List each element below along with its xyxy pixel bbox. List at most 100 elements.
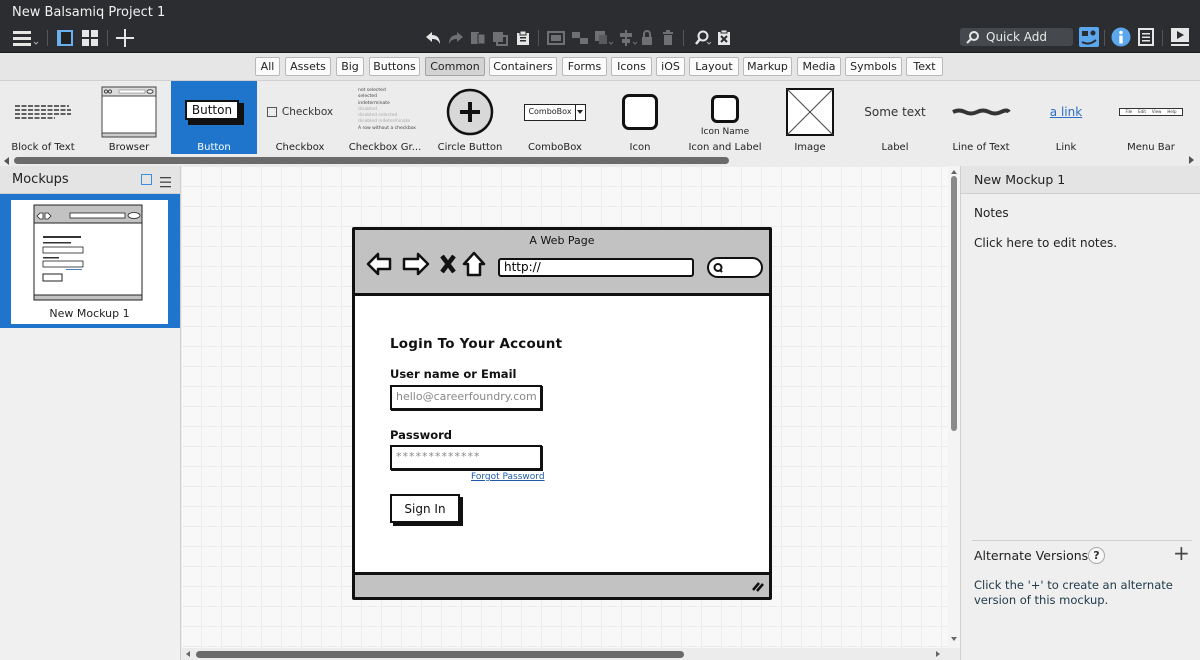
filter-tab-forms[interactable]: Forms	[562, 57, 607, 76]
library-item-label[interactable]: Some text Label	[852, 81, 938, 154]
library-item-label: Circle Button	[437, 142, 503, 153]
browser-wireframe[interactable]: A Web Page http:// Login To Your Account…	[352, 227, 772, 600]
filter-tab-ios[interactable]: iOS	[656, 57, 685, 76]
filter-tab-media[interactable]: Media	[797, 57, 841, 76]
grid-view-icon[interactable]	[80, 28, 100, 48]
menu-bar-preview: File Edit View Help	[1108, 87, 1194, 137]
single-pane-view-icon[interactable]	[55, 28, 75, 48]
library-item-icon-and-label[interactable]: Icon Name Icon and Label	[682, 81, 768, 154]
username-input[interactable]: hello@careerfoundry.com	[390, 385, 542, 410]
resize-grip-icon	[752, 582, 764, 592]
copy-icon[interactable]	[469, 28, 487, 48]
paste-icon[interactable]	[514, 28, 532, 48]
list-view-icon[interactable]	[160, 173, 171, 188]
menu-bar-preview-item: File	[1125, 109, 1133, 114]
mockup-name[interactable]: New Mockup 1	[974, 172, 1065, 187]
present-icon[interactable]	[1170, 27, 1190, 47]
delete-icon[interactable]	[661, 28, 675, 48]
notes-field[interactable]: Click here to edit notes.	[974, 236, 1117, 250]
button-preview-text: Button	[185, 100, 239, 120]
canvas-vertical-scrollbar[interactable]	[948, 166, 960, 648]
canvas-horizontal-scrollbar[interactable]	[181, 648, 960, 660]
home-icon	[462, 251, 486, 277]
scroll-right-arrow-icon[interactable]	[1189, 156, 1194, 164]
ui-library-icon[interactable]	[1079, 27, 1099, 47]
checkbox-icon	[266, 107, 277, 117]
password-input[interactable]: *************	[390, 445, 542, 470]
clipboard-close-icon[interactable]	[716, 28, 732, 48]
scroll-down-arrow-icon[interactable]	[951, 637, 957, 641]
library-item-line-of-text[interactable]: Line of Text	[938, 81, 1024, 154]
filter-tab-containers[interactable]: Containers	[489, 57, 557, 76]
library-item-label: Checkbox	[275, 142, 325, 153]
icon-and-label-preview: Icon Name	[682, 91, 768, 141]
library-scrollbar-thumb[interactable]	[14, 157, 729, 164]
filter-tab-text[interactable]: Text	[906, 57, 943, 76]
arrange-icon[interactable]	[593, 28, 615, 48]
filter-tab-assets[interactable]: Assets	[285, 57, 331, 76]
ungroup-icon[interactable]	[570, 28, 590, 48]
align-icon[interactable]	[617, 28, 639, 48]
group-icon[interactable]	[546, 28, 566, 48]
undo-icon[interactable]	[423, 28, 443, 48]
search-icon	[713, 263, 723, 273]
filter-tab-all[interactable]: All	[255, 57, 280, 76]
mockup-list-item[interactable]: New Mockup 1	[0, 194, 180, 328]
quick-add-input[interactable]: Quick Add	[960, 28, 1073, 46]
library-item-combobox[interactable]: ComboBox ComboBox	[512, 81, 598, 154]
library-item-label: Menu Bar	[1127, 142, 1175, 153]
scroll-left-arrow-icon[interactable]	[4, 157, 9, 165]
library-item-button[interactable]: Button Button	[171, 81, 257, 154]
library-item-label: Line of Text	[952, 142, 1010, 153]
filter-tab-icons[interactable]: Icons	[611, 57, 652, 76]
library-item-link[interactable]: a link Link	[1023, 81, 1109, 154]
library-item-block-of-text[interactable]: Block of Text	[0, 81, 86, 154]
lock-icon[interactable]	[640, 28, 654, 48]
add-alternate-version-button[interactable]: +	[1173, 543, 1190, 563]
library-item-image[interactable]: Image	[767, 81, 853, 154]
canvas-vertical-scroll-thumb[interactable]	[951, 176, 957, 431]
plus-circle-icon	[446, 88, 494, 136]
block-of-text-preview	[0, 87, 86, 137]
toolbar-separator	[538, 30, 539, 46]
label-preview: Some text	[852, 87, 938, 137]
browser-nav-icons	[366, 251, 486, 277]
library-item-label: Checkbox Gr...	[348, 142, 422, 153]
duplicate-icon[interactable]	[491, 28, 509, 48]
canvas-horizontal-scroll-thumb[interactable]	[196, 651, 684, 658]
info-icon[interactable]	[1111, 27, 1131, 47]
library-item-menu-bar[interactable]: File Edit View Help Menu Bar	[1108, 81, 1194, 154]
filter-tab-buttons[interactable]: Buttons	[369, 57, 420, 76]
library-item-icon[interactable]: Icon	[597, 81, 683, 154]
combobox-preview-text: ComboBox	[528, 106, 572, 116]
scroll-right-arrow-icon[interactable]	[936, 651, 940, 657]
library-item-circle-button[interactable]: Circle Button	[427, 81, 513, 154]
filter-tab-symbols[interactable]: Symbols	[845, 57, 902, 76]
image-placeholder-icon	[786, 88, 834, 136]
link-preview: a link	[1023, 87, 1109, 137]
add-mockup-icon[interactable]	[114, 27, 136, 49]
filter-tab-markup[interactable]: Markup	[743, 57, 792, 76]
title-bar: New Balsamiq Project 1 Quick Add	[0, 0, 1200, 52]
redo-icon[interactable]	[446, 28, 466, 48]
forgot-password-link[interactable]: Forgot Password	[471, 472, 545, 482]
menu-icon[interactable]	[12, 28, 40, 48]
library-item-label: Icon and Label	[688, 142, 762, 153]
filter-tab-layout[interactable]: Layout	[689, 57, 739, 76]
library-item-checkbox[interactable]: Checkbox Checkbox	[257, 81, 343, 154]
find-icon[interactable]	[693, 28, 713, 48]
library-item-checkbox-group[interactable]: not selected selected indeterminate disa…	[342, 81, 428, 154]
mockup-thumbnail-preview	[33, 204, 143, 301]
alternate-versions-hint: Click the '+' to create an alternate ver…	[974, 578, 1173, 607]
help-icon[interactable]: ?	[1088, 547, 1105, 564]
library-filter-bar: All Assets Big Buttons Common Containers…	[0, 52, 1200, 80]
thumbnail-view-icon[interactable]	[141, 174, 152, 185]
filter-tab-big[interactable]: Big	[336, 57, 364, 76]
sign-in-button[interactable]: Sign In	[390, 494, 460, 523]
scroll-left-arrow-icon[interactable]	[186, 651, 190, 657]
notes-icon[interactable]	[1137, 27, 1155, 47]
scroll-up-arrow-icon[interactable]	[951, 170, 957, 174]
library-item-browser[interactable]: Browser	[86, 81, 172, 154]
filter-tab-common[interactable]: Common	[425, 57, 485, 76]
browser-wireframe-statusbar	[355, 572, 769, 597]
